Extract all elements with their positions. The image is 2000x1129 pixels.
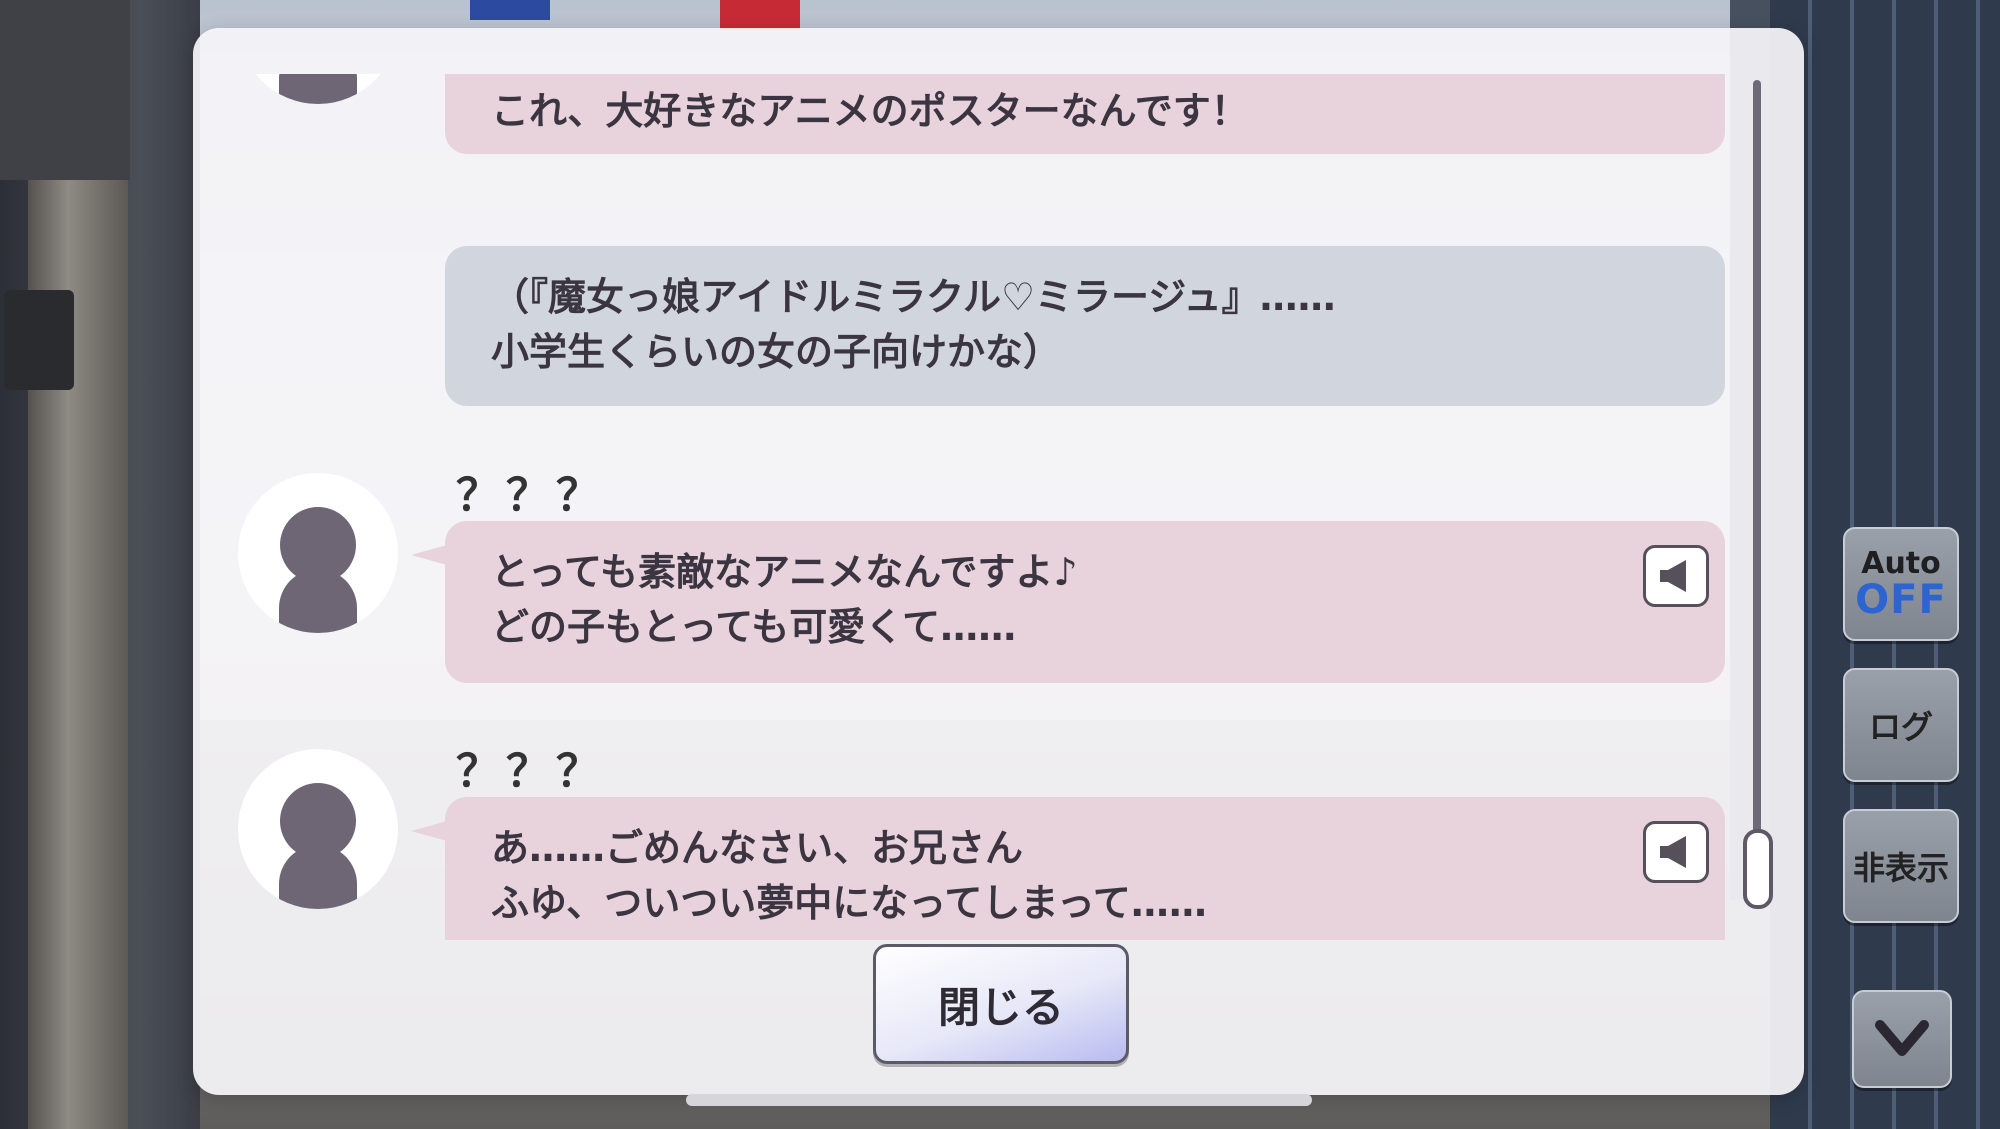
message-line: （『魔女っ娘アイドルミラクル♡ミラージュ』……: [491, 275, 1336, 319]
hide-label: 非表示: [1852, 849, 1949, 887]
message-line: どの子もとっても可愛くて……: [491, 605, 1017, 649]
close-label: 閉じる: [937, 982, 1064, 1032]
avatar-silhouette-icon: [238, 473, 398, 633]
speaker-name: ？？？: [456, 470, 606, 521]
message-line: ふゆ、ついつい夢中になってしまって……: [491, 881, 1207, 925]
message-line: あ……ごめんなさい、お兄さん: [491, 826, 1024, 870]
message-bubble: あ……ごめんなさい、お兄さん ふゆ、ついつい夢中になってしまって……: [411, 797, 1725, 940]
background-meter: [4, 290, 74, 390]
message-line: これ、大好きなアニメのポスターなんです！: [491, 89, 1249, 133]
speaker-icon: [1660, 836, 1686, 868]
background-utility-box: [0, 0, 130, 180]
backlog-panel: これ、大好きなアニメのポスターなんです！ （『魔女っ娘アイドルミラクル♡ミラージ…: [193, 28, 1804, 1095]
scrollbar-thumb[interactable]: [1743, 829, 1773, 909]
log-button[interactable]: ログ: [1843, 668, 1959, 782]
voice-replay-button[interactable]: [1643, 545, 1709, 607]
auto-state: OFF: [1855, 577, 1947, 623]
avatar-silhouette-icon: [238, 74, 398, 104]
speaker-icon: [1660, 560, 1686, 592]
narration-bubble: （『魔女っ娘アイドルミラクル♡ミラージュ』…… 小学生くらいの女の子向けかな）: [445, 246, 1725, 406]
hide-ui-button[interactable]: 非表示: [1843, 809, 1959, 923]
background-sign: [470, 0, 550, 20]
chevron-down-icon: [1875, 1020, 1929, 1056]
auto-toggle-button[interactable]: Auto OFF: [1843, 527, 1959, 641]
message-bubble: とっても素敵なアニメなんですよ♪ どの子もとっても可愛くて……: [411, 521, 1725, 683]
panel-bottom-edge: [686, 1094, 1312, 1106]
avatar-silhouette-icon: [238, 749, 398, 909]
advance-button[interactable]: [1852, 990, 1952, 1088]
auto-label: Auto: [1861, 546, 1941, 581]
message-bubble: これ、大好きなアニメのポスターなんです！: [445, 74, 1725, 154]
scrollbar-track[interactable]: [1753, 80, 1761, 864]
speaker-name: ？？？: [456, 746, 606, 797]
backlog-scroll-area[interactable]: これ、大好きなアニメのポスターなんです！ （『魔女っ娘アイドルミラクル♡ミラージ…: [193, 74, 1773, 940]
log-label: ログ: [1868, 708, 1933, 746]
message-line: とっても素敵なアニメなんですよ♪: [491, 550, 1078, 594]
voice-replay-button[interactable]: [1643, 821, 1709, 883]
background-sign: [720, 0, 800, 30]
close-button[interactable]: 閉じる: [873, 944, 1129, 1064]
message-line: 小学生くらいの女の子向けかな）: [491, 330, 1062, 374]
